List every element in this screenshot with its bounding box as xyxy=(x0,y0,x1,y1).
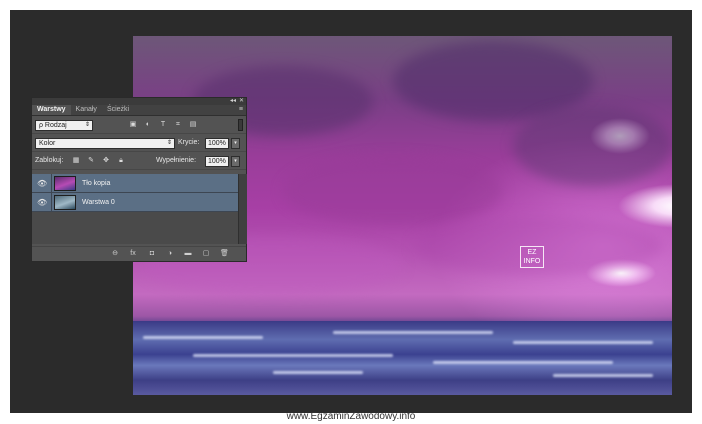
lock-label: Zablokuj: xyxy=(35,157,64,164)
shape-filter-icon[interactable]: ⌗ xyxy=(174,121,182,129)
panel-title-bar[interactable]: ◂◂ ✕ xyxy=(32,98,246,105)
filter-kind-select[interactable]: ρ Rodzaj ⇕ xyxy=(35,120,93,131)
opacity-label: Krycie: xyxy=(178,139,200,146)
wave xyxy=(333,331,493,334)
close-panel-icon[interactable]: ✕ xyxy=(239,97,244,104)
lock-transparency-icon[interactable]: ▦ xyxy=(72,157,80,165)
layers-scrollbar[interactable] xyxy=(238,174,247,244)
fill-field[interactable]: 100% xyxy=(205,156,229,167)
blend-mode-select[interactable]: Kolor ⇕ xyxy=(35,138,175,149)
blend-mode-value: Kolor xyxy=(39,140,56,147)
type-filter-icon[interactable]: T xyxy=(159,121,167,129)
new-layer-icon[interactable]: ▢ xyxy=(202,250,210,258)
layer-thumbnail xyxy=(54,195,76,210)
wave xyxy=(433,361,613,364)
select-arrows-icon: ⇕ xyxy=(84,122,90,128)
divider xyxy=(51,193,52,212)
layer-name[interactable]: Tło kopia xyxy=(82,180,110,187)
fill-label: Wypełnienie: xyxy=(156,157,197,164)
wave xyxy=(143,336,263,339)
wave xyxy=(553,374,653,377)
link-layers-icon[interactable]: ⊖ xyxy=(111,250,119,258)
filter-toggle-switch[interactable] xyxy=(238,119,243,131)
collapse-panel-icon[interactable]: ◂◂ xyxy=(230,97,236,104)
visibility-eye-icon[interactable]: 👁︎ xyxy=(37,198,47,207)
layers-panel: ◂◂ ✕ Warstwy Kanały Ścieżki ≡ ρ Rodzaj ⇕… xyxy=(31,97,247,262)
opacity-dropdown-icon[interactable]: ▾ xyxy=(231,138,240,149)
smart-object-filter-icon[interactable]: ▤ xyxy=(189,121,197,129)
layers-list: 👁︎ Tło kopia 👁︎ Warstwa 0 xyxy=(32,174,238,244)
blend-row: Kolor ⇕ Krycie: 100% ▾ xyxy=(32,134,246,152)
visibility-eye-icon[interactable]: 👁︎ xyxy=(37,179,47,188)
opacity-field[interactable]: 100% xyxy=(205,138,229,149)
lock-all-icon[interactable]: 🔒︎ xyxy=(117,157,125,165)
layer-thumbnail xyxy=(54,176,76,191)
cloud xyxy=(513,106,672,186)
filter-kind-label: ρ Rodzaj xyxy=(39,122,67,129)
layer-name[interactable]: Warstwa 0 xyxy=(82,199,115,206)
delete-layer-icon[interactable]: 🗑︎ xyxy=(220,250,229,258)
image-filter-icon[interactable]: ▣ xyxy=(129,121,137,129)
fx-icon[interactable]: fx xyxy=(129,250,137,258)
footer-url: www.EgzaminZawodowy.info xyxy=(286,411,416,422)
ez-info-watermark-logo: EZ INFO xyxy=(520,246,544,268)
filter-row: ρ Rodzaj ⇕ ▣ ◐ T ⌗ ▤ xyxy=(32,116,246,134)
cloud xyxy=(283,156,503,226)
adjustment-filter-icon[interactable]: ◐ xyxy=(144,121,152,129)
wave xyxy=(273,371,363,374)
layer-row[interactable]: 👁︎ Warstwa 0 xyxy=(32,193,238,212)
tab-sciezki[interactable]: Ścieżki xyxy=(102,105,134,115)
tab-warstwy[interactable]: Warstwy xyxy=(32,105,71,115)
wave xyxy=(193,354,393,357)
layer-row[interactable]: 👁︎ Tło kopia xyxy=(32,174,238,193)
select-arrows-icon: ⇕ xyxy=(166,140,172,146)
panel-tabs: Warstwy Kanały Ścieżki ≡ xyxy=(32,105,246,116)
add-mask-icon[interactable]: ◘ xyxy=(148,250,156,258)
lock-pixels-icon[interactable]: ✎ xyxy=(87,157,95,165)
new-group-icon[interactable]: ▬ xyxy=(184,250,192,258)
panel-menu-icon[interactable]: ≡ xyxy=(239,106,243,113)
tab-kanaly[interactable]: Kanały xyxy=(71,105,102,115)
divider xyxy=(51,174,52,193)
lock-row: Zablokuj: ▦ ✎ ✥ 🔒︎ Wypełnienie: 100% ▾ xyxy=(32,152,246,170)
layers-bottom-toolbar: ⊖ fx ◘ ◑ ▬ ▢ 🗑︎ xyxy=(32,246,246,261)
adjustment-layer-icon[interactable]: ◑ xyxy=(166,250,174,258)
wave xyxy=(513,341,653,344)
fill-dropdown-icon[interactable]: ▾ xyxy=(231,156,240,167)
lock-position-icon[interactable]: ✥ xyxy=(102,157,110,165)
